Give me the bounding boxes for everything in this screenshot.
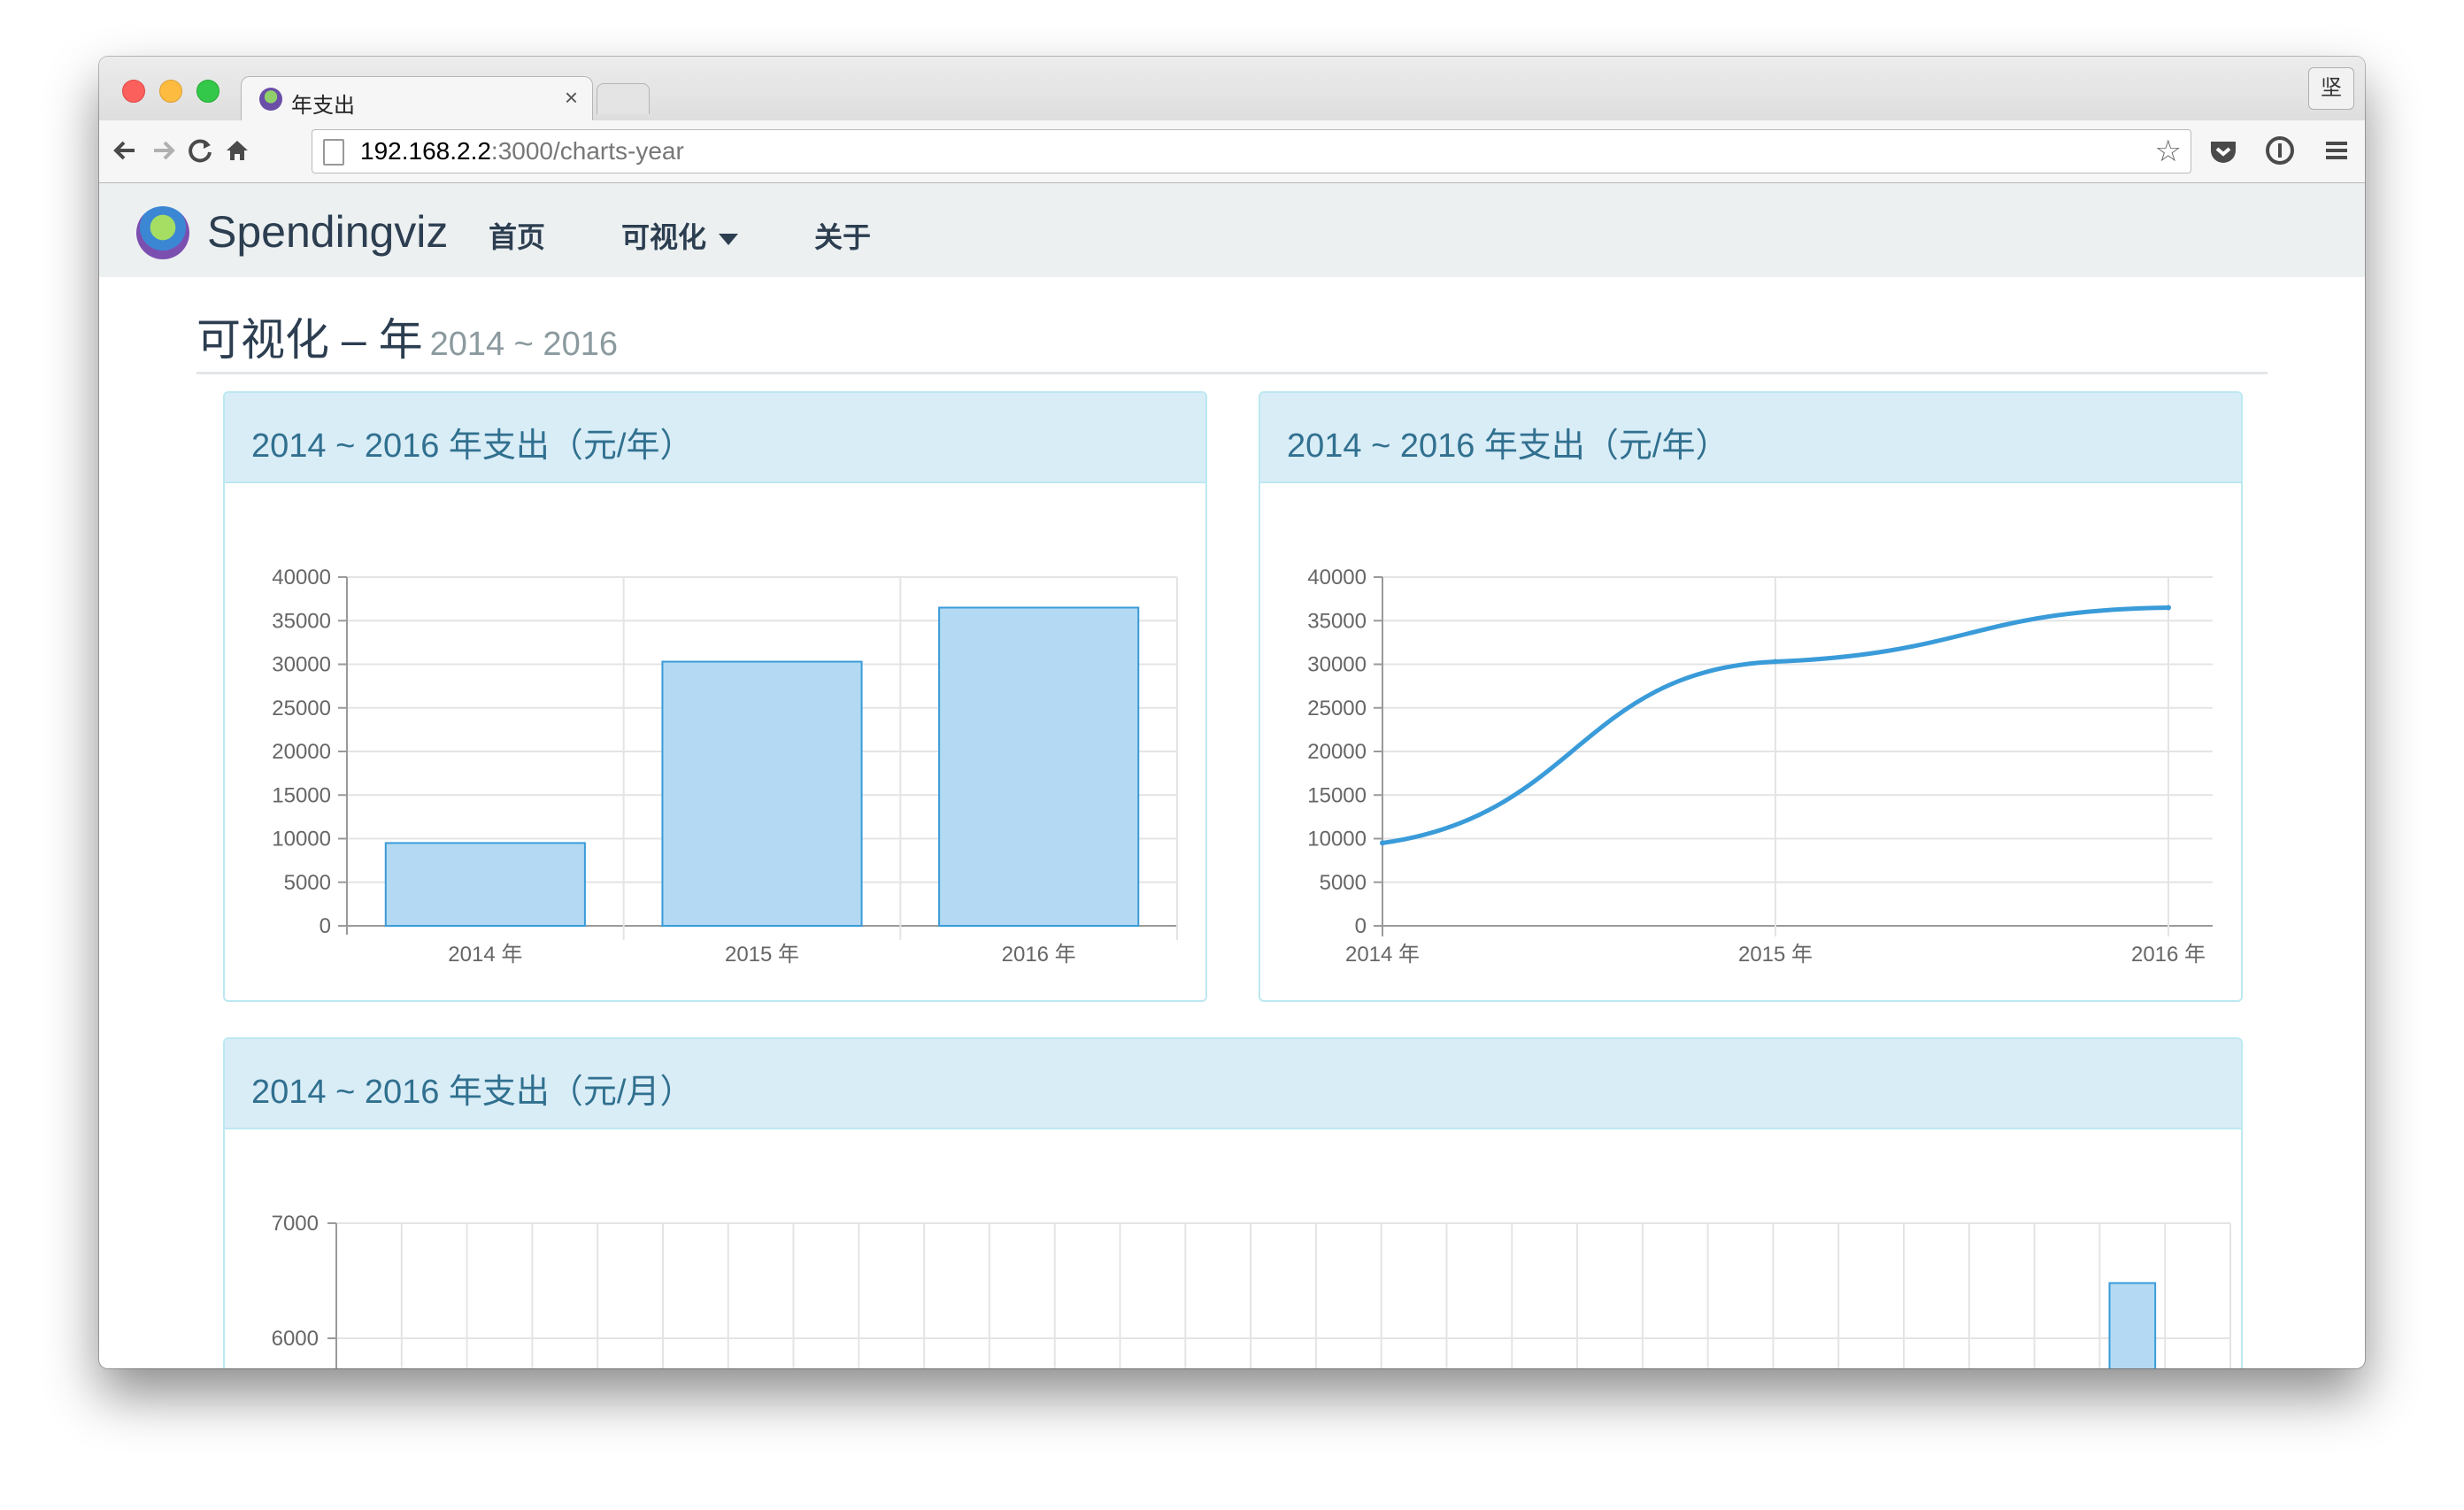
page-icon bbox=[323, 139, 344, 166]
y-tick-label: 0 bbox=[320, 914, 331, 938]
page-subtitle: 2014 ~ 2016 bbox=[429, 326, 618, 363]
caret-down-icon bbox=[719, 234, 739, 246]
y-tick-label: 25000 bbox=[272, 697, 331, 720]
data-point bbox=[2166, 605, 2171, 611]
bar bbox=[384, 842, 586, 927]
tab-strip: 年支出 × 坚 bbox=[99, 57, 2365, 121]
window-maximize-button[interactable] bbox=[196, 80, 219, 103]
x-tick-label: 2014 年 bbox=[448, 943, 522, 967]
y-tick-label: 35000 bbox=[1307, 609, 1367, 633]
x-tick-label: 2014 年 bbox=[1345, 943, 1420, 967]
nav-link-home[interactable]: 首页 bbox=[489, 215, 545, 256]
y-tick-label: 30000 bbox=[1307, 653, 1367, 677]
brand-link[interactable]: Spendingviz bbox=[207, 206, 448, 258]
nav-link-about[interactable]: 关于 bbox=[814, 215, 871, 256]
y-tick-label: 25000 bbox=[1307, 697, 1367, 720]
x-tick-label: 2015 年 bbox=[1738, 943, 1813, 967]
back-icon[interactable] bbox=[108, 133, 143, 168]
new-tab-button[interactable] bbox=[597, 83, 650, 114]
favicon-icon bbox=[259, 88, 282, 111]
yearly-line-chart: 0 5000 10000 15000 20000 25000 30000 35000 40000… bbox=[1307, 566, 2213, 967]
y-tick-label: 35000 bbox=[272, 609, 331, 633]
browser-window: 年支出 × 坚 192.168.2.2:3000/charts-year ☆ S… bbox=[99, 57, 2365, 1368]
x-tick-label: 2015 年 bbox=[725, 943, 799, 967]
menu-icon[interactable] bbox=[2319, 133, 2354, 168]
bar bbox=[661, 660, 863, 927]
yearly-line-panel: 2014 ~ 2016 年支出（元/年） 0 5000 10000 15000 2000… bbox=[1259, 391, 2243, 1002]
bookmark-star-icon[interactable]: ☆ bbox=[2155, 134, 2182, 169]
y-tick-label: 20000 bbox=[1307, 740, 1367, 764]
password-manager-icon[interactable] bbox=[2262, 133, 2298, 168]
forward-icon[interactable] bbox=[145, 133, 181, 168]
browser-toolbar: 192.168.2.2:3000/charts-year ☆ bbox=[99, 120, 2365, 183]
monthly-bar-chart: 6000 7000 bbox=[272, 1212, 2231, 1368]
site-navbar: Spendingviz 首页 可视化 关于 bbox=[99, 183, 2365, 277]
x-tick-label: 2016 年 bbox=[1002, 943, 1076, 967]
nav-dropdown-visualize[interactable]: 可视化 bbox=[621, 215, 739, 256]
window-close-button[interactable] bbox=[122, 80, 145, 103]
y-tick-label: 10000 bbox=[272, 828, 331, 851]
y-tick-label: 5000 bbox=[284, 871, 331, 895]
x-tick-label: 2016 年 bbox=[2131, 943, 2206, 967]
window-minimize-button[interactable] bbox=[159, 80, 182, 103]
tab-close-icon[interactable]: × bbox=[565, 84, 578, 112]
y-tick-label: 15000 bbox=[272, 783, 331, 807]
url-text: 192.168.2.2:3000/charts-year bbox=[360, 137, 684, 165]
monthly-bar-panel: 2014 ~ 2016 年支出（元/月） 6000 7000 bbox=[223, 1037, 2243, 1368]
y-tick-label: 30000 bbox=[272, 653, 331, 677]
y-tick-label: 20000 bbox=[272, 740, 331, 764]
y-tick-label: 7000 bbox=[272, 1212, 319, 1236]
yearly-bar-panel: 2014 ~ 2016 年支出（元/年） 0 5000 10000 15000 2000… bbox=[223, 391, 1207, 1002]
address-bar[interactable]: 192.168.2.2:3000/charts-year ☆ bbox=[312, 129, 2191, 173]
y-tick-label: 10000 bbox=[1307, 828, 1367, 851]
data-point bbox=[1773, 659, 1778, 665]
nav-link-visualize-label: 可视化 bbox=[621, 221, 707, 253]
profile-button[interactable]: 坚 bbox=[2308, 67, 2354, 110]
y-tick-label: 40000 bbox=[272, 566, 331, 589]
y-tick-label: 5000 bbox=[1320, 871, 1367, 895]
data-point bbox=[1380, 840, 1385, 846]
bar bbox=[938, 606, 1140, 927]
pocket-icon[interactable] bbox=[2206, 133, 2241, 168]
y-tick-label: 0 bbox=[1355, 914, 1367, 938]
page-title: 可视化 – 年 2014 ~ 2016 bbox=[196, 315, 618, 365]
y-tick-label: 15000 bbox=[1307, 783, 1367, 807]
bar bbox=[2108, 1282, 2157, 1368]
home-icon[interactable] bbox=[219, 133, 255, 168]
logo-icon[interactable] bbox=[136, 206, 189, 259]
browser-tab[interactable]: 年支出 × bbox=[241, 76, 593, 121]
y-tick-label: 6000 bbox=[272, 1327, 319, 1351]
tab-title: 年支出 bbox=[291, 94, 355, 118]
y-tick-label: 40000 bbox=[1307, 566, 1367, 589]
reload-icon[interactable] bbox=[182, 133, 218, 168]
page-header: 可视化 – 年 2014 ~ 2016 bbox=[196, 297, 2268, 374]
yearly-bar-chart: 0 5000 10000 15000 20000 25000 30000 35000 40000… bbox=[272, 566, 1178, 967]
